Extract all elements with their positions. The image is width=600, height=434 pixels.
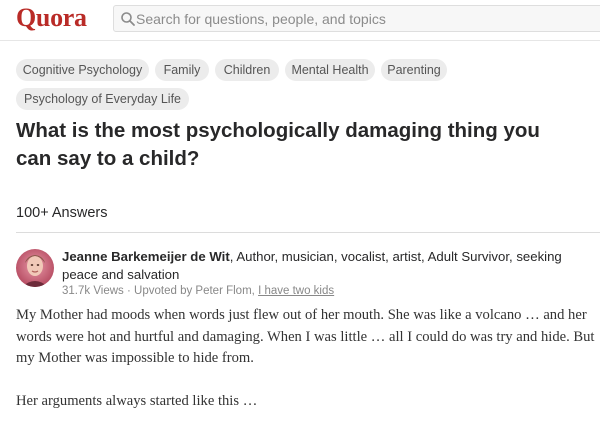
- author-info: Jeanne Barkemeijer de Wit, Author, music…: [62, 248, 592, 284]
- top-header: Quora Search for questions, people, and …: [0, 0, 600, 41]
- topic-tag-parenting[interactable]: Parenting: [381, 59, 447, 81]
- view-count: 31.7k Views: [62, 285, 124, 297]
- topic-tag-mental-health[interactable]: Mental Health: [285, 59, 375, 81]
- topic-tag-children[interactable]: Children: [215, 59, 279, 81]
- search-box[interactable]: Search for questions, people, and topics: [113, 5, 600, 32]
- divider: [16, 232, 600, 233]
- answers-count: 100+ Answers: [16, 205, 108, 221]
- answer-paragraph: My Mother had moods when words just flew…: [16, 307, 595, 366]
- topic-tag-cognitive-psychology[interactable]: Cognitive Psychology: [16, 59, 149, 81]
- quora-logo[interactable]: Quora: [16, 3, 87, 33]
- topic-tag-psychology-of-everyday-life[interactable]: Psychology of Everyday Life: [16, 88, 189, 110]
- avatar-image: [16, 249, 54, 287]
- answer-body: My Mother had moods when words just flew…: [16, 305, 596, 434]
- upvoter-credential-link[interactable]: I have two kids: [258, 285, 334, 297]
- topic-tag-family[interactable]: Family: [155, 59, 209, 81]
- search-input[interactable]: Search for questions, people, and topics: [136, 11, 386, 27]
- author-name[interactable]: Jeanne Barkemeijer de Wit: [62, 249, 230, 264]
- answer-paragraph: Her arguments always started like this …: [16, 393, 258, 409]
- question-title[interactable]: What is the most psychologically damagin…: [16, 117, 576, 173]
- upvoted-by: Upvoted by Peter Flom,: [134, 285, 255, 297]
- search-icon: [121, 12, 135, 26]
- meta-separator: ·: [127, 285, 131, 297]
- author-avatar[interactable]: [16, 249, 54, 287]
- answer-meta: 31.7k Views · Upvoted by Peter Flom, I h…: [62, 285, 334, 297]
